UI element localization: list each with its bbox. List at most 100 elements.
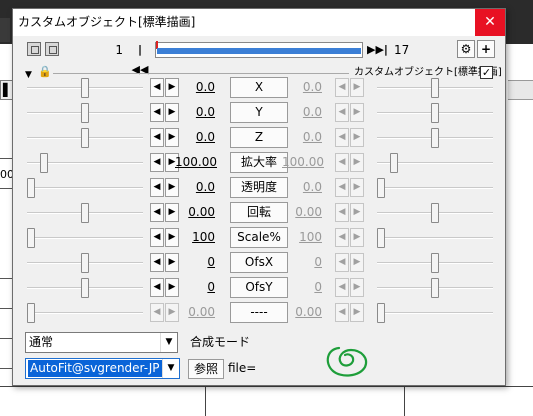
- decrement-arrow-icon[interactable]: ◀: [150, 178, 164, 197]
- start-value[interactable]: 0.0: [175, 130, 215, 145]
- slider-thumb[interactable]: [431, 103, 439, 123]
- end-spin-buttons[interactable]: ◀ ▶: [335, 303, 365, 322]
- start-value[interactable]: 0.00: [175, 205, 215, 220]
- end-spin-buttons[interactable]: ◀ ▶: [335, 78, 365, 97]
- decrement-arrow-icon[interactable]: ◀: [150, 278, 164, 297]
- start-value[interactable]: 0.0: [175, 105, 215, 120]
- end-slider[interactable]: [377, 176, 493, 200]
- end-slider[interactable]: [377, 276, 493, 300]
- end-value[interactable]: 0.0: [282, 80, 322, 95]
- increment-arrow-icon[interactable]: ▶: [350, 253, 364, 272]
- slider-thumb[interactable]: [431, 78, 439, 98]
- end-slider[interactable]: [377, 151, 493, 175]
- frame-timeline[interactable]: [155, 41, 363, 58]
- slider-thumb[interactable]: [27, 228, 35, 248]
- title-bar[interactable]: カスタムオブジェクト[標準描画] ✕: [13, 9, 505, 36]
- end-value[interactable]: 0: [282, 255, 322, 270]
- decrement-arrow-icon[interactable]: ◀: [335, 178, 349, 197]
- end-value[interactable]: 0.00: [282, 205, 322, 220]
- settings-button[interactable]: ⚙: [457, 40, 475, 58]
- param-name-button[interactable]: 透明度: [230, 177, 288, 198]
- decrement-arrow-icon[interactable]: ◀: [150, 153, 164, 172]
- decrement-arrow-icon[interactable]: ◀: [150, 78, 164, 97]
- slider-thumb[interactable]: [377, 178, 385, 198]
- param-name-button[interactable]: X: [230, 77, 288, 98]
- increment-arrow-icon[interactable]: ▶: [350, 153, 364, 172]
- slider-thumb[interactable]: [431, 253, 439, 273]
- start-slider[interactable]: [27, 301, 143, 325]
- end-spin-buttons[interactable]: ◀ ▶: [335, 103, 365, 122]
- end-value[interactable]: 100: [282, 230, 322, 245]
- slider-thumb[interactable]: [27, 178, 35, 198]
- slider-thumb[interactable]: [81, 278, 89, 298]
- increment-arrow-icon[interactable]: ▶: [350, 103, 364, 122]
- slider-thumb[interactable]: [377, 303, 385, 323]
- decrement-arrow-icon[interactable]: ◀: [150, 253, 164, 272]
- slider-thumb[interactable]: [81, 78, 89, 98]
- end-slider[interactable]: [377, 126, 493, 150]
- param-name-button[interactable]: OfsY: [230, 277, 288, 298]
- slider-thumb[interactable]: [431, 203, 439, 223]
- browse-button[interactable]: 参照: [188, 359, 224, 379]
- slider-thumb[interactable]: [431, 128, 439, 148]
- start-slider[interactable]: [27, 126, 143, 150]
- slider-thumb[interactable]: [40, 153, 48, 173]
- start-value[interactable]: 0: [175, 255, 215, 270]
- add-effect-button[interactable]: +: [477, 40, 495, 58]
- decrement-arrow-icon[interactable]: ◀: [150, 228, 164, 247]
- param-name-button[interactable]: ----: [230, 302, 288, 323]
- start-value[interactable]: 100.00: [175, 155, 217, 170]
- end-spin-buttons[interactable]: ◀ ▶: [335, 153, 365, 172]
- start-slider[interactable]: [27, 251, 143, 275]
- slider-thumb[interactable]: [81, 253, 89, 273]
- end-value[interactable]: 0.00: [282, 305, 322, 320]
- end-slider[interactable]: [377, 301, 493, 325]
- start-slider[interactable]: [27, 101, 143, 125]
- start-value[interactable]: 0.00: [175, 305, 215, 320]
- start-slider[interactable]: [27, 276, 143, 300]
- decrement-arrow-icon[interactable]: ◀: [335, 303, 349, 322]
- decrement-arrow-icon[interactable]: ◀: [335, 78, 349, 97]
- start-value[interactable]: 0.0: [175, 80, 215, 95]
- decrement-arrow-icon[interactable]: ◀: [335, 253, 349, 272]
- end-slider[interactable]: [377, 201, 493, 225]
- end-slider[interactable]: [377, 101, 493, 125]
- decrement-arrow-icon[interactable]: ◀: [150, 203, 164, 222]
- param-name-button[interactable]: OfsX: [230, 252, 288, 273]
- end-value[interactable]: 100.00: [282, 155, 324, 170]
- end-value[interactable]: 0.0: [282, 105, 322, 120]
- prev-keyframe-button[interactable]: |◀◀: [131, 40, 149, 76]
- start-slider[interactable]: [27, 201, 143, 225]
- start-value[interactable]: 100: [175, 230, 215, 245]
- end-value[interactable]: 0.0: [282, 130, 322, 145]
- decrement-arrow-icon[interactable]: ◀: [150, 303, 164, 322]
- increment-arrow-icon[interactable]: ▶: [350, 278, 364, 297]
- end-spin-buttons[interactable]: ◀ ▶: [335, 178, 365, 197]
- end-slider[interactable]: [377, 76, 493, 100]
- decrement-arrow-icon[interactable]: ◀: [335, 103, 349, 122]
- slider-thumb[interactable]: [431, 278, 439, 298]
- decrement-arrow-icon[interactable]: ◀: [335, 153, 349, 172]
- start-value[interactable]: 0.0: [175, 180, 215, 195]
- decrement-arrow-icon[interactable]: ◀: [335, 228, 349, 247]
- param-name-button[interactable]: Y: [230, 102, 288, 123]
- param-name-button[interactable]: Z: [230, 127, 288, 148]
- increment-arrow-icon[interactable]: ▶: [350, 228, 364, 247]
- start-slider[interactable]: [27, 176, 143, 200]
- end-slider[interactable]: [377, 251, 493, 275]
- start-value[interactable]: 0: [175, 280, 215, 295]
- decrement-arrow-icon[interactable]: ◀: [335, 128, 349, 147]
- end-spin-buttons[interactable]: ◀ ▶: [335, 228, 365, 247]
- increment-arrow-icon[interactable]: ▶: [350, 78, 364, 97]
- end-slider[interactable]: [377, 226, 493, 250]
- clipping-icon[interactable]: [45, 42, 59, 56]
- end-spin-buttons[interactable]: ◀ ▶: [335, 278, 365, 297]
- end-value[interactable]: 0.0: [282, 180, 322, 195]
- decrement-arrow-icon[interactable]: ◀: [335, 203, 349, 222]
- slider-thumb[interactable]: [390, 153, 398, 173]
- param-name-button[interactable]: 拡大率: [230, 152, 288, 173]
- slider-thumb[interactable]: [27, 303, 35, 323]
- slider-thumb[interactable]: [81, 103, 89, 123]
- start-slider[interactable]: [27, 151, 143, 175]
- increment-arrow-icon[interactable]: ▶: [350, 178, 364, 197]
